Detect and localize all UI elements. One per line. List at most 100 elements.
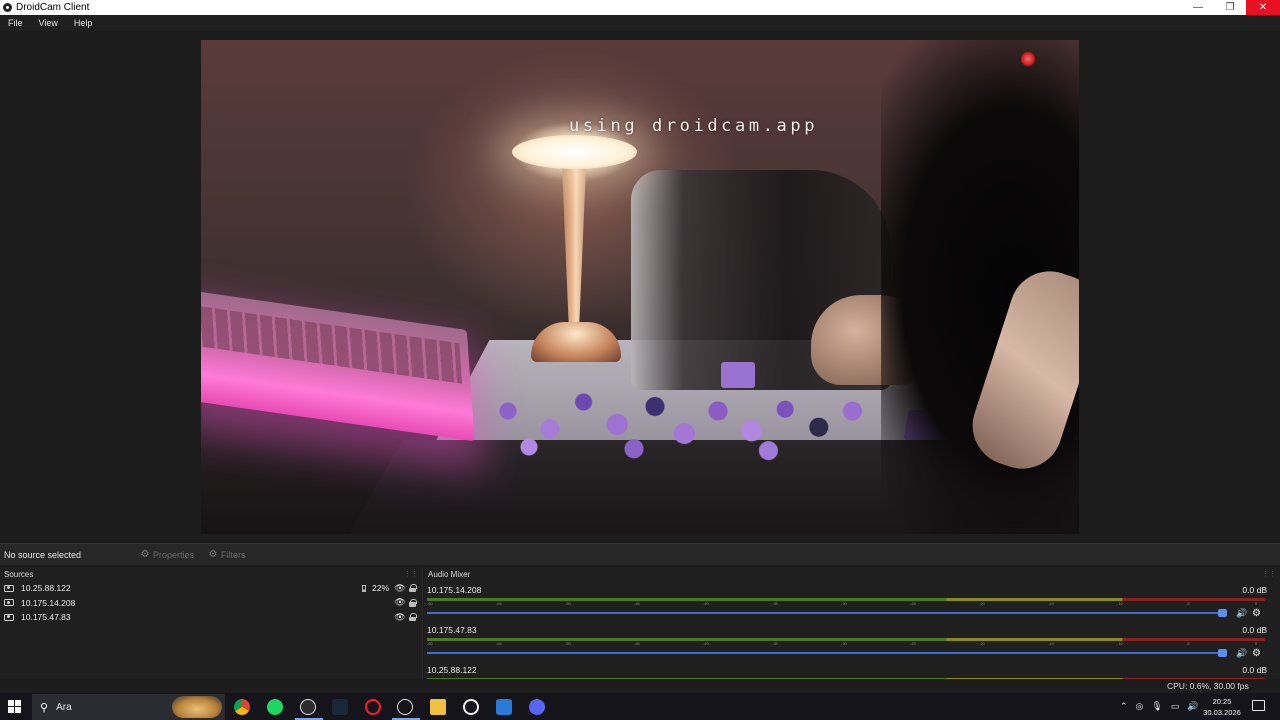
file-explorer-icon[interactable] [430, 699, 446, 715]
vscode-icon[interactable] [496, 699, 512, 715]
filters-button[interactable]: ⚙ Filters [208, 549, 246, 560]
meter-tick-label: -40 [703, 641, 709, 646]
meter-tick-label: -35 [772, 601, 778, 606]
mixer-title: Audio Mixer [428, 570, 471, 579]
lock-icon[interactable] [409, 584, 417, 593]
obs-icon[interactable] [295, 699, 323, 720]
audio-mixer-panel: Audio Mixer ⋮⋮ 10.175.14.208 0.0 dB -60 -55… [424, 567, 1280, 679]
filter-icon: ⚙ [208, 549, 218, 560]
channel-name: 10.175.14.208 [427, 585, 482, 595]
gear-icon: ⚙ [140, 549, 150, 560]
windows-taskbar: ⚲ Ara ⌃ ◎ 🎙 ▭ 🔊 20:25 30.03.2026 [0, 693, 1280, 720]
search-icon: ⚲ [40, 701, 49, 714]
sources-title: Sources [4, 570, 34, 579]
meter-ticks: -60 -55 -50 -45 -40 -35 -30 -25 -20 -15 -10 -5 0 [427, 641, 1265, 649]
spotify-icon[interactable] [267, 699, 283, 715]
lamp-base [531, 322, 621, 362]
selection-status: No source selected [4, 549, 82, 560]
volume-fader[interactable] [427, 652, 1224, 654]
meter-tick-label: -10 [1117, 641, 1123, 646]
menu-file[interactable]: File [0, 18, 31, 28]
filters-label: Filters [221, 549, 246, 560]
preview-area: using droidcam.app [0, 31, 1280, 543]
restore-button[interactable]: ❐ [1214, 0, 1246, 15]
panel-grip-icon[interactable]: ⋮⋮ [1262, 570, 1276, 581]
visibility-eye-icon[interactable]: 👁 [394, 612, 406, 623]
meter-tick-label: -40 [703, 601, 709, 606]
fader-handle[interactable] [1218, 649, 1227, 657]
status-bar: CPU: 0.6%, 30.00 fps [0, 679, 1280, 693]
settings-icon[interactable] [463, 699, 479, 715]
channel-header: 10.25.88.122 0.0 dB [427, 665, 1267, 675]
panel-grip-icon[interactable]: ⋮⋮ [404, 570, 418, 581]
menu-help[interactable]: Help [66, 18, 101, 28]
minimize-button[interactable]: — [1182, 0, 1214, 15]
notifications-icon[interactable] [1252, 700, 1265, 711]
github-icon[interactable] [392, 699, 420, 720]
taskbar-clock[interactable]: 20:25 30.03.2026 [1198, 696, 1246, 718]
mixer-header: Audio Mixer ⋮⋮ [424, 567, 1280, 581]
visibility-eye-icon[interactable]: 👁 [394, 597, 406, 608]
steam-icon[interactable] [332, 699, 348, 715]
search-placeholder: Ara [56, 701, 72, 713]
battery-icon [361, 584, 366, 592]
camera-icon [4, 613, 14, 621]
properties-bar: No source selected ⚙ Properties ⚙ Filter… [0, 543, 1280, 565]
meter-tick-label: -50 [565, 641, 571, 646]
meter-tick-label: -10 [1117, 601, 1123, 606]
source-name: 10.25.88.122 [21, 583, 71, 594]
mixer-channel: 10.175.47.83 0.0 dB -60 -55 -50 -45 -40 -35 -30-… [424, 625, 1274, 665]
menu-bar: File View Help [0, 15, 1280, 31]
volume-icon[interactable]: 🔊 [1187, 701, 1198, 712]
discord-icon[interactable] [529, 699, 545, 715]
camera-icon [4, 584, 14, 592]
channel-settings-gear-icon[interactable]: ⚙ [1252, 648, 1262, 659]
source-row[interactable]: 10.175.47.83 👁 [0, 610, 422, 625]
close-button[interactable]: ✕ [1246, 0, 1280, 15]
fader-handle[interactable] [1218, 609, 1227, 617]
meter-tick-label: -50 [565, 601, 571, 606]
meter-tick-label: -60 [427, 641, 433, 646]
watermark: using droidcam.app [569, 116, 819, 136]
lamp-stem [562, 166, 586, 336]
meter-tick-label: -45 [634, 601, 640, 606]
recording-light [1021, 52, 1035, 66]
lamp-shade [512, 135, 637, 169]
visibility-eye-icon[interactable]: 👁 [394, 583, 406, 594]
source-row[interactable]: 10.25.88.122 22% 👁 [0, 581, 422, 596]
mute-speaker-icon[interactable]: 🔊 [1236, 648, 1247, 658]
chrome-icon[interactable] [234, 699, 250, 715]
droidcam-tray-icon[interactable]: ◎ [1136, 701, 1144, 712]
meter-tick-label: -60 [427, 601, 433, 606]
mute-speaker-icon[interactable]: 🔊 [1236, 608, 1247, 618]
cpu-fps-readout: CPU: 0.6%, 30.00 fps [1167, 681, 1249, 691]
properties-button[interactable]: ⚙ Properties [140, 549, 195, 560]
meter-tick-label: -55 [496, 601, 502, 606]
camera-icon [4, 599, 14, 607]
show-hidden-icons-icon[interactable]: ⌃ [1120, 701, 1128, 712]
meter-tick-label: -5 [1186, 601, 1190, 606]
lock-icon[interactable] [409, 598, 417, 607]
meter-ticks: -60 -55 -50 -45 -40 -35 -30 -25 -20 -15 -10 -5 0 [427, 601, 1265, 609]
network-icon[interactable]: ▭ [1171, 701, 1180, 712]
sources-header: Sources ⋮⋮ [0, 567, 422, 581]
channel-settings-gear-icon[interactable]: ⚙ [1252, 608, 1262, 619]
taskbar-search[interactable]: ⚲ Ara [32, 694, 225, 720]
meter-tick-label: -5 [1186, 641, 1190, 646]
source-row[interactable]: 10.175.14.208 👁 [0, 596, 422, 611]
lock-icon[interactable] [409, 613, 417, 622]
meter-tick-label: -20 [979, 641, 985, 646]
channel-level: 0.0 dB [1242, 665, 1267, 675]
meter-tick-label: -55 [496, 641, 502, 646]
source-name: 10.175.14.208 [21, 597, 76, 608]
lego-pieces [466, 375, 886, 465]
windows-start-icon[interactable] [8, 700, 21, 713]
system-tray: ⌃ ◎ 🎙 ▭ 🔊 [1120, 693, 1207, 720]
menu-view[interactable]: View [31, 18, 66, 28]
properties-label: Properties [153, 549, 195, 560]
microphone-icon[interactable]: 🎙 [1151, 701, 1162, 712]
opera-icon[interactable] [365, 699, 381, 715]
meter-tick-label: 0 [1255, 601, 1258, 606]
volume-fader[interactable] [427, 612, 1224, 614]
title-bar: DroidCam Client — ❐ ✕ [0, 0, 1280, 15]
